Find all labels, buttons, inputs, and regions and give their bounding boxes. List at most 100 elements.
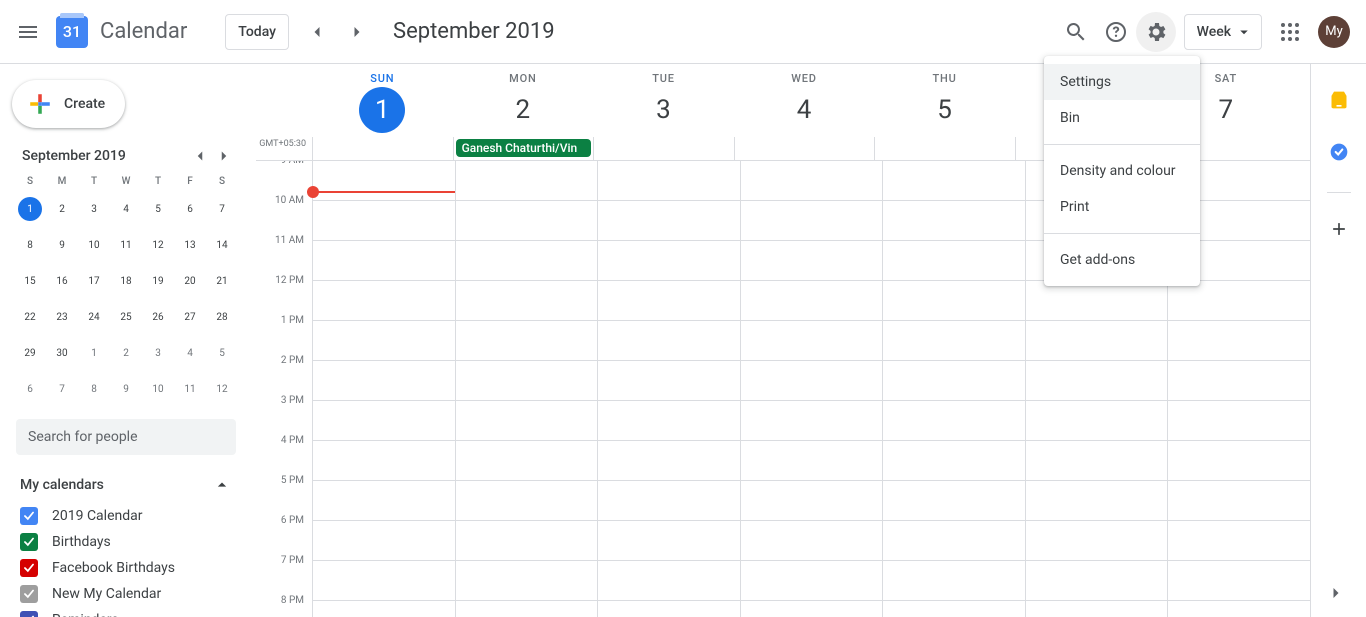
timezone-label: GMT+05:30 (256, 137, 312, 160)
day-column[interactable] (455, 161, 598, 617)
day-column[interactable] (882, 161, 1025, 617)
mini-day-cell[interactable]: 6 (174, 191, 206, 227)
mini-day-cell[interactable]: 7 (46, 371, 78, 407)
calendar-checkbox[interactable] (20, 585, 38, 603)
mini-day-cell[interactable]: 10 (78, 227, 110, 263)
view-switcher[interactable]: Week (1184, 14, 1262, 50)
mini-day-cell[interactable]: 1 (78, 335, 110, 371)
mini-day-cell[interactable]: 2 (46, 191, 78, 227)
mini-day-cell[interactable]: 8 (14, 227, 46, 263)
mini-cal-dow: SMTWTFS (8, 172, 244, 191)
mini-day-cell[interactable]: 29 (14, 335, 46, 371)
allday-cell[interactable] (874, 137, 1015, 160)
mini-day-cell[interactable]: 30 (46, 335, 78, 371)
tasks-addon-button[interactable] (1319, 132, 1359, 172)
allday-cell[interactable] (312, 137, 453, 160)
day-header[interactable]: SUN1 (312, 64, 453, 137)
mini-day-cell[interactable]: 3 (78, 191, 110, 227)
mini-prev-button[interactable] (188, 144, 212, 168)
calendar-item[interactable]: 2019 Calendar (8, 503, 244, 529)
mini-day-cell[interactable]: 1 (14, 191, 46, 227)
my-calendars-header[interactable]: My calendars (8, 467, 244, 503)
mini-day-cell[interactable]: 26 (142, 299, 174, 335)
next-period-button[interactable] (337, 12, 377, 52)
settings-button[interactable] (1136, 12, 1176, 52)
mini-day-cell[interactable]: 2 (110, 335, 142, 371)
mini-day-cell[interactable]: 8 (78, 371, 110, 407)
search-button[interactable] (1056, 12, 1096, 52)
menu-item-print[interactable]: Print (1044, 189, 1200, 225)
calendar-checkbox[interactable] (20, 533, 38, 551)
chevron-up-icon (212, 475, 232, 495)
day-header[interactable]: THU5 (874, 64, 1015, 137)
mini-day-cell[interactable]: 24 (78, 299, 110, 335)
calendar-item[interactable]: New My Calendar (8, 581, 244, 607)
mini-day-cell[interactable]: 4 (110, 191, 142, 227)
mini-day-cell[interactable]: 9 (46, 227, 78, 263)
day-column[interactable] (312, 161, 455, 617)
mini-day-cell[interactable]: 17 (78, 263, 110, 299)
hour-label: 3 PM (256, 395, 312, 435)
mini-day-cell[interactable]: 4 (174, 335, 206, 371)
mini-day-cell[interactable]: 23 (46, 299, 78, 335)
day-header[interactable]: WED4 (734, 64, 875, 137)
create-button[interactable]: Create (12, 80, 125, 128)
calendar-checkbox[interactable] (20, 559, 38, 577)
mini-day-cell[interactable]: 11 (174, 371, 206, 407)
mini-day-cell[interactable]: 5 (142, 191, 174, 227)
mini-day-cell[interactable]: 5 (206, 335, 238, 371)
calendar-checkbox[interactable] (20, 507, 38, 525)
mini-day-cell[interactable]: 14 (206, 227, 238, 263)
help-button[interactable] (1096, 12, 1136, 52)
calendar-item[interactable]: Reminders (8, 607, 244, 617)
apps-button[interactable] (1270, 12, 1310, 52)
hour-label: 1 PM (256, 315, 312, 355)
mini-day-cell[interactable]: 22 (14, 299, 46, 335)
mini-day-cell[interactable]: 12 (142, 227, 174, 263)
collapse-panel-button[interactable] (1320, 577, 1352, 609)
mini-day-cell[interactable]: 7 (206, 191, 238, 227)
mini-day-cell[interactable]: 13 (174, 227, 206, 263)
mini-dow-cell: F (174, 172, 206, 191)
mini-day-cell[interactable]: 12 (206, 371, 238, 407)
mini-day-cell[interactable]: 25 (110, 299, 142, 335)
mini-day-cell[interactable]: 6 (14, 371, 46, 407)
day-header[interactable]: MON2 (453, 64, 594, 137)
menu-item-settings[interactable]: Settings (1044, 64, 1200, 100)
calendar-logo-icon: 31 (52, 12, 92, 52)
allday-cell[interactable] (734, 137, 875, 160)
mini-day-cell[interactable]: 16 (46, 263, 78, 299)
mini-day-cell[interactable]: 28 (206, 299, 238, 335)
mini-day-cell[interactable]: 9 (110, 371, 142, 407)
mini-dow-cell: S (206, 172, 238, 191)
main-menu-button[interactable] (8, 12, 48, 52)
mini-next-button[interactable] (212, 144, 236, 168)
today-button[interactable]: Today (225, 14, 289, 50)
mini-day-cell[interactable]: 15 (14, 263, 46, 299)
day-column[interactable] (740, 161, 883, 617)
allday-event[interactable]: Ganesh Chaturthi/Vin (456, 139, 592, 157)
calendar-checkbox[interactable] (20, 611, 38, 617)
add-addon-button[interactable] (1319, 209, 1359, 249)
account-avatar[interactable]: My (1318, 16, 1350, 48)
menu-item-bin[interactable]: Bin (1044, 100, 1200, 136)
mini-day-cell[interactable]: 11 (110, 227, 142, 263)
mini-day-cell[interactable]: 10 (142, 371, 174, 407)
mini-day-cell[interactable]: 20 (174, 263, 206, 299)
mini-day-cell[interactable]: 21 (206, 263, 238, 299)
mini-day-cell[interactable]: 27 (174, 299, 206, 335)
day-column[interactable] (597, 161, 740, 617)
keep-addon-button[interactable] (1319, 80, 1359, 120)
mini-day-cell[interactable]: 18 (110, 263, 142, 299)
mini-day-cell[interactable]: 3 (142, 335, 174, 371)
prev-period-button[interactable] (297, 12, 337, 52)
mini-day-cell[interactable]: 19 (142, 263, 174, 299)
calendar-item[interactable]: Facebook Birthdays (8, 555, 244, 581)
calendar-item[interactable]: Birthdays (8, 529, 244, 555)
menu-item-get-add-ons[interactable]: Get add-ons (1044, 242, 1200, 278)
menu-item-density-and-colour[interactable]: Density and colour (1044, 153, 1200, 189)
search-people-input[interactable]: Search for people (16, 419, 236, 455)
day-header[interactable]: TUE3 (593, 64, 734, 137)
allday-cell[interactable] (593, 137, 734, 160)
allday-cell[interactable]: Ganesh Chaturthi/Vin (453, 137, 594, 160)
